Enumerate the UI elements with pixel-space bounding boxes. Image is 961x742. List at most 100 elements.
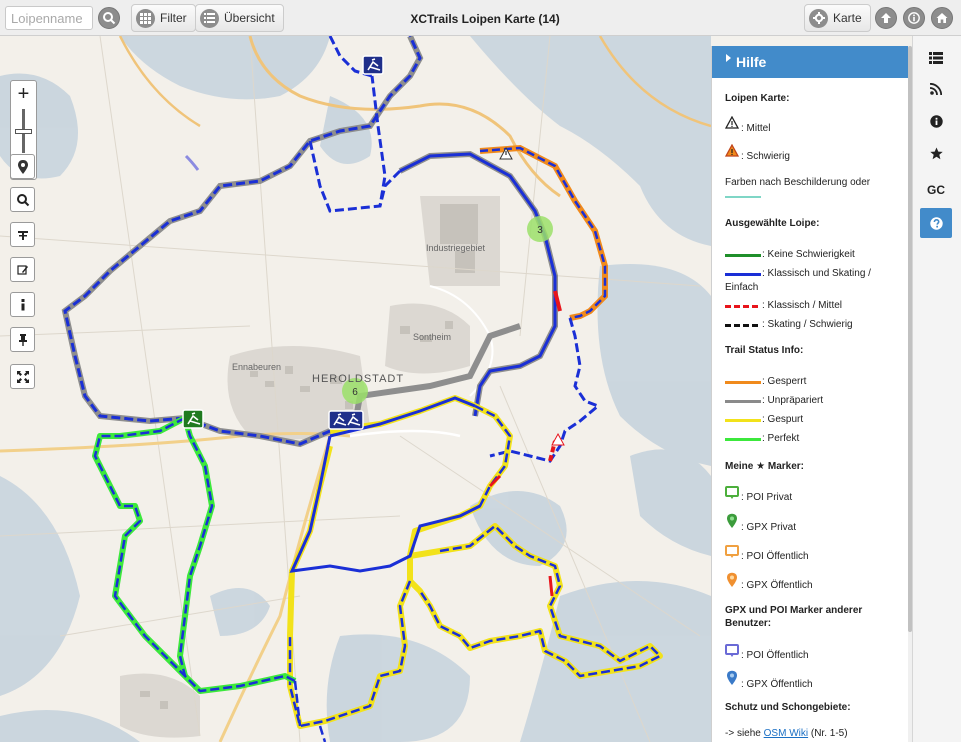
ruler-button[interactable] [10, 222, 35, 247]
legend-selected-label: : Klassisch / Mittel [762, 300, 843, 311]
ruler-icon [17, 230, 28, 240]
trail-red-mini2[interactable] [548, 575, 554, 597]
search-button[interactable] [98, 7, 120, 29]
help-header[interactable]: Hilfe [712, 46, 908, 78]
legend-medium: : Mittel [741, 123, 771, 134]
osm-wiki-link[interactable]: OSM Wiki [764, 728, 808, 739]
warning-hard-icon [725, 144, 739, 157]
district-label: Sontheim [413, 332, 451, 342]
overview-label: Übersicht [224, 11, 275, 25]
village-label: Ennabeuren [232, 362, 281, 372]
legend-status-label: : Gesperrt [762, 376, 807, 387]
map-label: Karte [833, 11, 862, 25]
caret-right-icon [726, 54, 731, 62]
legend-marker-label: : POI Privat [741, 492, 793, 503]
overview-button[interactable]: Übersicht [195, 4, 284, 32]
legend-marker-label: : GPX Öffentlich [741, 679, 813, 690]
question-icon [929, 216, 943, 230]
map-canvas[interactable]: 3 6 HEROLDSTADT Ennabeuren Sontheim Indu… [0, 36, 711, 742]
legend-protect-title: Schutz und Schongebiete: [725, 702, 851, 713]
search-icon [16, 193, 29, 206]
protect-suffix: (Nr. 1-5) [808, 728, 848, 739]
zoom-slider-handle[interactable] [15, 129, 32, 134]
search-icon [103, 12, 116, 25]
info-icon [21, 298, 24, 310]
help-panel: Hilfe Loipen Karte: : Mittel : Schwierig… [711, 46, 908, 742]
map-button[interactable]: Karte [804, 4, 871, 32]
ski-marker-icon[interactable] [328, 410, 364, 430]
legend-marker-label: : POI Öffentlich [741, 551, 809, 562]
legend-marker-label: : POI Öffentlich [741, 650, 809, 661]
legend-protect-line: -> siehe OSM Wiki (Nr. 1-5) [725, 728, 848, 739]
sidebar-item-gc[interactable]: GC [920, 175, 952, 205]
industry-label: Industriegebiet [426, 243, 486, 253]
legend-hard: : Schwierig [741, 151, 790, 162]
filter-button[interactable]: Filter [131, 4, 196, 32]
pin-button[interactable] [10, 327, 35, 352]
search-input[interactable] [5, 6, 93, 30]
legend-line [725, 438, 761, 441]
list-icon [929, 52, 943, 64]
poi-public-icon [725, 545, 739, 558]
legend-selected-label: : Klassisch und Skating / [762, 268, 871, 279]
home-icon [936, 13, 948, 23]
warning-icon [725, 116, 739, 129]
legend-line [725, 273, 761, 276]
legend-other-title2: Benutzer: [725, 618, 772, 629]
gpx-public-icon [727, 572, 737, 587]
sidebar-item-help[interactable] [920, 208, 952, 238]
star-icon [929, 147, 943, 159]
legend-marker-label: : GPX Öffentlich [741, 580, 813, 591]
legend-other-title: GPX und POI Marker anderer [725, 605, 863, 616]
legend-marker-label: : GPX Privat [741, 522, 797, 533]
legend-line [725, 254, 761, 257]
sidebar-item-favorites[interactable] [920, 138, 952, 168]
fullscreen-button[interactable] [10, 364, 35, 389]
legend-line [725, 419, 761, 422]
legend-line [725, 381, 761, 384]
info-map-button[interactable] [10, 292, 35, 317]
filter-label: Filter [160, 11, 187, 25]
list-icon [200, 8, 219, 28]
cluster-count: 3 [537, 225, 543, 236]
upload-button[interactable] [875, 7, 897, 29]
pushpin-icon [18, 333, 27, 346]
gear-icon [809, 8, 828, 28]
protect-prefix: -> siehe [725, 728, 764, 739]
sidebar-item-info[interactable] [920, 106, 952, 136]
fullscreen-icon [16, 370, 29, 383]
legend-line [725, 305, 761, 308]
help-body: Loipen Karte: : Mittel : Schwierig Farbe… [712, 78, 909, 742]
legend-my-markers-title: Meine ★ Marker: [725, 461, 804, 472]
ski-marker-icon[interactable] [362, 55, 384, 75]
legend-map-title: Loipen Karte: [725, 93, 790, 104]
map-pin-icon [17, 159, 28, 174]
arrow-up-icon [881, 13, 891, 23]
gpx-other-icon [727, 670, 737, 685]
page-title: XCTrails Loipen Karte (14) [410, 12, 560, 26]
home-button[interactable] [931, 7, 953, 29]
map-search-button[interactable] [10, 187, 35, 212]
rss-icon [930, 83, 942, 95]
location-button[interactable] [10, 154, 35, 179]
legend-status-label: : Unpräpariert [762, 395, 824, 406]
town-label: HEROLDSTADT [312, 373, 404, 385]
ski-marker-icon[interactable] [182, 409, 204, 429]
edit-button[interactable] [10, 257, 35, 282]
grid-icon [136, 8, 155, 28]
legend-selected-label: : Skating / Schwierig [762, 319, 853, 330]
map-view[interactable]: 3 6 HEROLDSTADT Ennabeuren Sontheim Indu… [0, 36, 711, 742]
zoom-in-button[interactable]: + [11, 82, 36, 106]
info-button[interactable] [903, 7, 925, 29]
legend-status-title: Trail Status Info: [725, 345, 804, 356]
poi-other-icon [725, 644, 739, 657]
help-title: Hilfe [736, 54, 767, 70]
legend-status-label: : Gespurt [762, 414, 804, 425]
legend-selected-label: Einfach [725, 282, 759, 293]
sidebar-item-feed[interactable] [920, 74, 952, 104]
info-icon [929, 114, 943, 128]
legend-selected-title: Ausgewählte Loipe: [725, 218, 820, 229]
info-icon [908, 12, 920, 24]
edit-icon [16, 264, 28, 275]
sidebar-item-list[interactable] [920, 43, 952, 73]
